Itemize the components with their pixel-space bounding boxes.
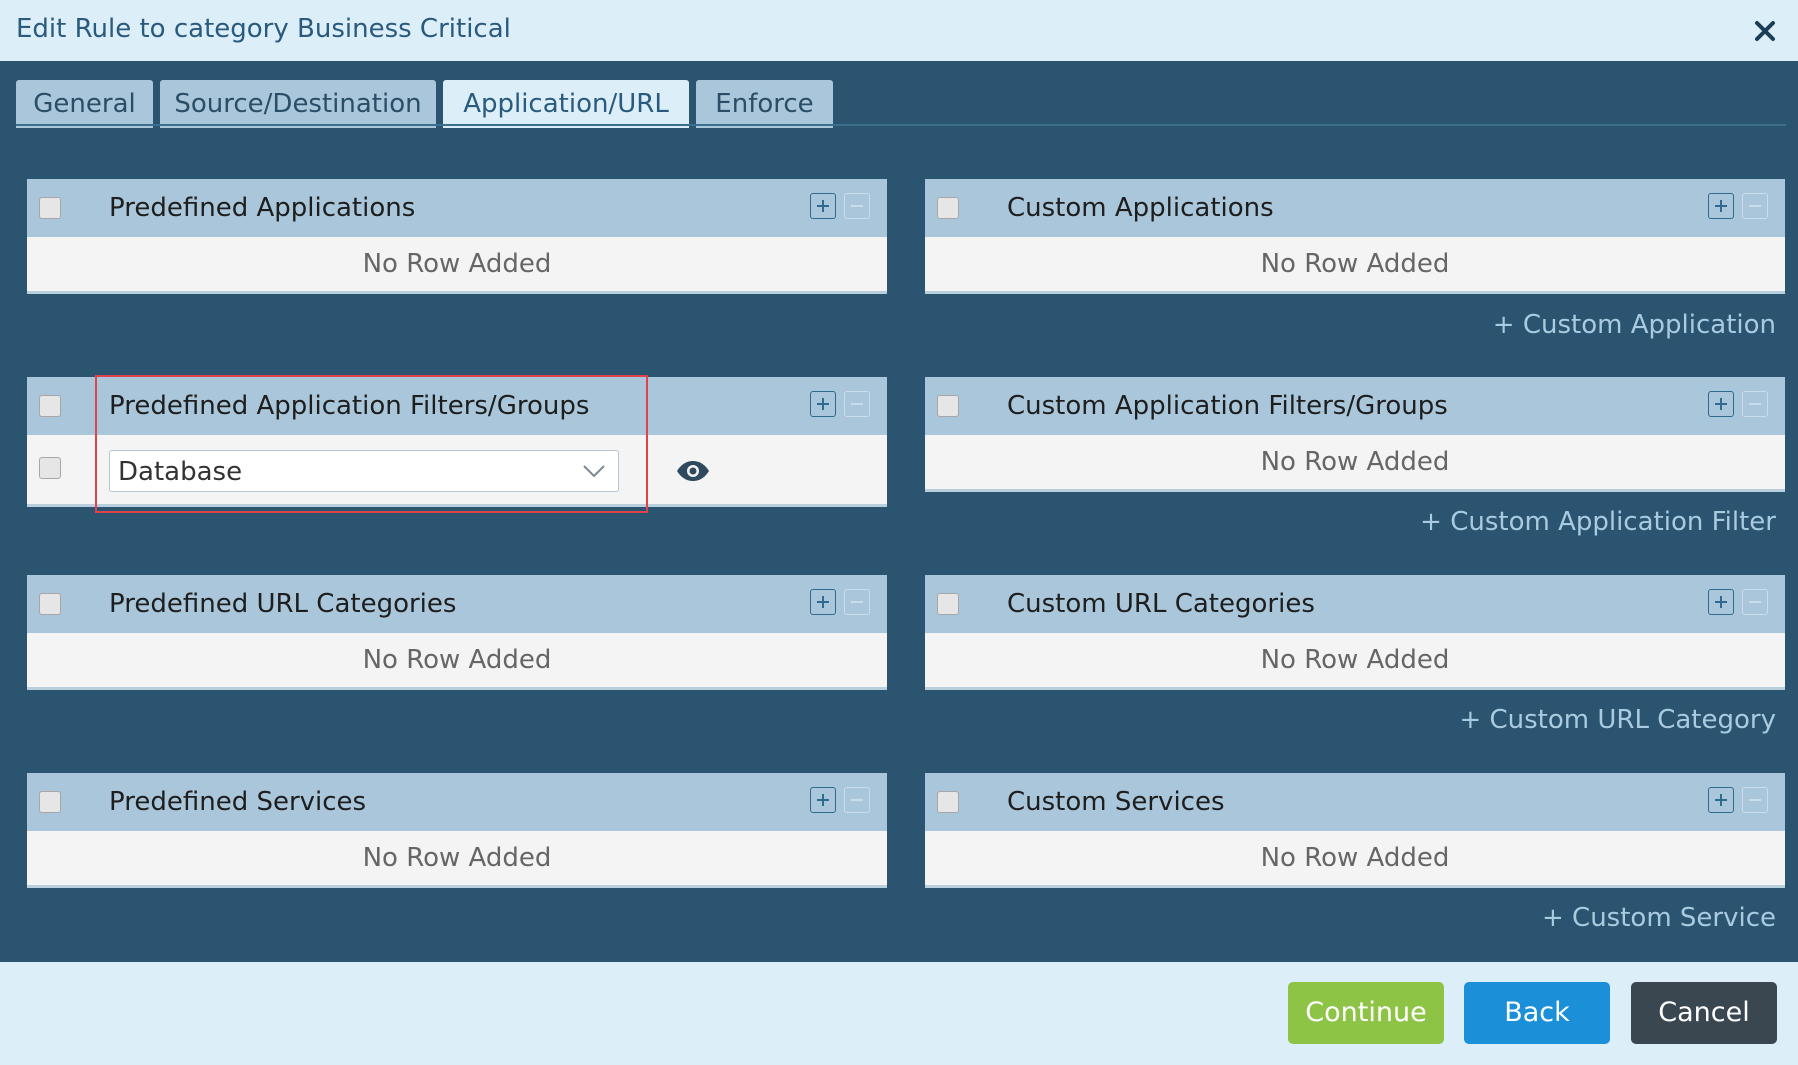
remove-row-button[interactable] — [844, 391, 870, 417]
select-all-checkbox[interactable] — [937, 395, 959, 417]
select-all-checkbox[interactable] — [39, 791, 61, 813]
panel-header: Custom Applications — [925, 179, 1785, 237]
chevron-down-icon — [583, 465, 605, 478]
custom-applications-panel: Custom Applications No Row Added — [925, 179, 1785, 294]
minus-icon — [1749, 601, 1761, 603]
tab-application-url[interactable]: Application/URL — [443, 80, 689, 128]
tab-enforce[interactable]: Enforce — [696, 80, 833, 128]
custom-services-panel: Custom Services No Row Added — [925, 773, 1785, 888]
plus-icon — [817, 200, 829, 212]
add-row-button[interactable] — [1708, 391, 1734, 417]
panel-header: Predefined Application Filters/Groups — [27, 377, 887, 435]
dialog-title: Edit Rule to category Business Critical — [16, 14, 511, 44]
tab-general[interactable]: General — [16, 80, 153, 128]
add-row-button[interactable] — [810, 391, 836, 417]
empty-message: No Row Added — [1260, 843, 1450, 873]
panel-title: Custom Applications — [1007, 193, 1274, 223]
close-icon[interactable] — [1748, 14, 1782, 48]
minus-icon — [851, 205, 863, 207]
eye-icon[interactable] — [676, 460, 710, 482]
minus-icon — [1749, 403, 1761, 405]
plus-icon — [1715, 596, 1727, 608]
panel-title: Custom URL Categories — [1007, 589, 1315, 619]
panel-header: Predefined Applications — [27, 179, 887, 237]
add-row-button[interactable] — [810, 193, 836, 219]
predefined-application-filters-panel: Predefined Application Filters/Groups Da… — [27, 377, 887, 507]
panel-title: Predefined Applications — [109, 193, 416, 223]
panel-title: Custom Services — [1007, 787, 1225, 817]
remove-row-button[interactable] — [1742, 787, 1768, 813]
add-row-button[interactable] — [810, 589, 836, 615]
filter-group-value: Database — [118, 457, 243, 487]
panel-title: Predefined Services — [109, 787, 367, 817]
select-all-checkbox[interactable] — [937, 791, 959, 813]
select-all-checkbox[interactable] — [937, 197, 959, 219]
add-row-button[interactable] — [1708, 787, 1734, 813]
add-row-button[interactable] — [1708, 193, 1734, 219]
predefined-applications-panel: Predefined Applications No Row Added — [27, 179, 887, 294]
plus-icon — [817, 398, 829, 410]
empty-message: No Row Added — [1260, 645, 1450, 675]
empty-message: No Row Added — [362, 249, 552, 279]
select-all-checkbox[interactable] — [39, 395, 61, 417]
select-all-checkbox[interactable] — [937, 593, 959, 615]
panel-title: Custom Application Filters/Groups — [1007, 391, 1448, 421]
panel-header: Predefined URL Categories — [27, 575, 887, 633]
minus-icon — [1749, 799, 1761, 801]
remove-row-button[interactable] — [1742, 391, 1768, 417]
panel-header: Custom Services — [925, 773, 1785, 831]
remove-row-button[interactable] — [844, 193, 870, 219]
plus-icon — [1715, 398, 1727, 410]
empty-message: No Row Added — [1260, 249, 1450, 279]
plus-icon — [1715, 200, 1727, 212]
empty-message: No Row Added — [362, 843, 552, 873]
add-custom-url-category-link[interactable]: + Custom URL Category — [1459, 705, 1776, 735]
select-all-checkbox[interactable] — [39, 197, 61, 219]
cancel-button[interactable]: Cancel — [1631, 982, 1777, 1044]
filter-group-select[interactable]: Database — [109, 450, 619, 492]
continue-button[interactable]: Continue — [1288, 982, 1444, 1044]
custom-url-categories-panel: Custom URL Categories No Row Added — [925, 575, 1785, 690]
remove-row-button[interactable] — [1742, 193, 1768, 219]
select-all-checkbox[interactable] — [39, 593, 61, 615]
remove-row-button[interactable] — [844, 589, 870, 615]
tab-underline — [16, 124, 1786, 126]
plus-icon — [817, 794, 829, 806]
empty-message: No Row Added — [362, 645, 552, 675]
minus-icon — [851, 403, 863, 405]
empty-message: No Row Added — [1260, 447, 1450, 477]
add-row-button[interactable] — [1708, 589, 1734, 615]
predefined-url-categories-panel: Predefined URL Categories No Row Added — [27, 575, 887, 690]
plus-icon — [1715, 794, 1727, 806]
remove-row-button[interactable] — [844, 787, 870, 813]
panel-header: Predefined Services — [27, 773, 887, 831]
plus-icon — [817, 596, 829, 608]
panel-header: Custom URL Categories — [925, 575, 1785, 633]
row-checkbox[interactable] — [39, 457, 61, 479]
predefined-services-panel: Predefined Services No Row Added — [27, 773, 887, 888]
custom-application-filters-panel: Custom Application Filters/Groups No Row… — [925, 377, 1785, 492]
back-button[interactable]: Back — [1464, 982, 1610, 1044]
minus-icon — [851, 799, 863, 801]
add-custom-application-link[interactable]: + Custom Application — [1493, 310, 1776, 340]
remove-row-button[interactable] — [1742, 589, 1768, 615]
panel-title: Predefined URL Categories — [109, 589, 457, 619]
dialog-titlebar: Edit Rule to category Business Critical — [0, 0, 1798, 61]
add-row-button[interactable] — [810, 787, 836, 813]
minus-icon — [1749, 205, 1761, 207]
add-custom-application-filter-link[interactable]: + Custom Application Filter — [1420, 507, 1776, 537]
dialog-footer: Continue Back Cancel — [0, 962, 1798, 1065]
minus-icon — [851, 601, 863, 603]
panel-title: Predefined Application Filters/Groups — [109, 391, 590, 421]
panel-header: Custom Application Filters/Groups — [925, 377, 1785, 435]
tab-source-destination[interactable]: Source/Destination — [160, 80, 436, 128]
add-custom-service-link[interactable]: + Custom Service — [1542, 903, 1776, 933]
